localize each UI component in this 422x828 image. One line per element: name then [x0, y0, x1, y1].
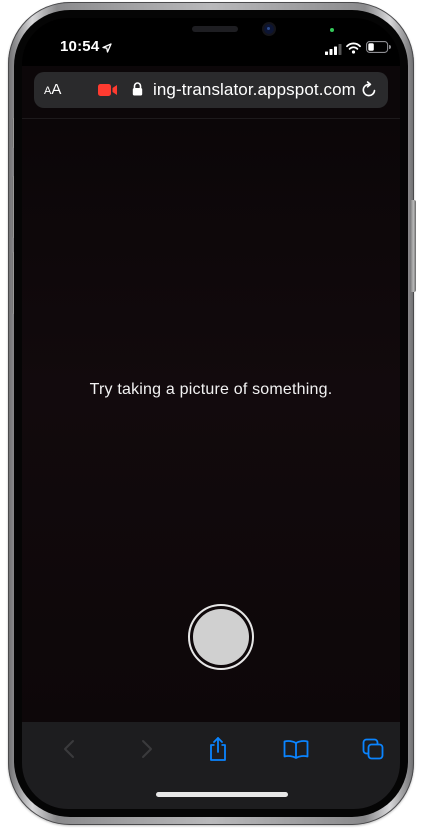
- video-camera-icon[interactable]: [98, 83, 120, 102]
- camera-viewfinder: Try taking a picture of something.: [22, 119, 400, 722]
- location-arrow-icon: [102, 40, 112, 58]
- camera-in-use-indicator: [330, 28, 334, 32]
- address-bar[interactable]: AA ing-translator.appspot.com: [34, 72, 388, 108]
- shutter-button[interactable]: [193, 609, 249, 665]
- signal-icon: [325, 42, 342, 60]
- screen: 10:54 AA ing-translator.appspot.com Try …: [22, 18, 400, 809]
- wifi-icon: [346, 41, 361, 59]
- back-icon[interactable]: [54, 734, 84, 764]
- battery-icon: [366, 40, 391, 58]
- status-bar: 10:54: [22, 18, 400, 66]
- text-size-button[interactable]: AA: [44, 81, 61, 98]
- forward-icon[interactable]: [132, 734, 162, 764]
- reload-icon[interactable]: [360, 81, 378, 104]
- hint-text: Try taking a picture of something.: [89, 381, 333, 398]
- url-text[interactable]: ing-translator.appspot.com: [153, 80, 356, 100]
- home-indicator[interactable]: [156, 792, 288, 797]
- lock-icon: [132, 82, 143, 101]
- share-icon[interactable]: [203, 734, 233, 764]
- front-camera: [264, 24, 274, 34]
- tabs-icon[interactable]: [358, 734, 388, 764]
- bookmarks-icon[interactable]: [281, 734, 311, 764]
- shutter-ring[interactable]: [188, 604, 254, 670]
- notch: [126, 18, 298, 56]
- power-button: [411, 200, 416, 292]
- browser-toolbar: [22, 722, 400, 809]
- status-time: 10:54: [60, 38, 100, 55]
- speaker-grille: [192, 26, 238, 32]
